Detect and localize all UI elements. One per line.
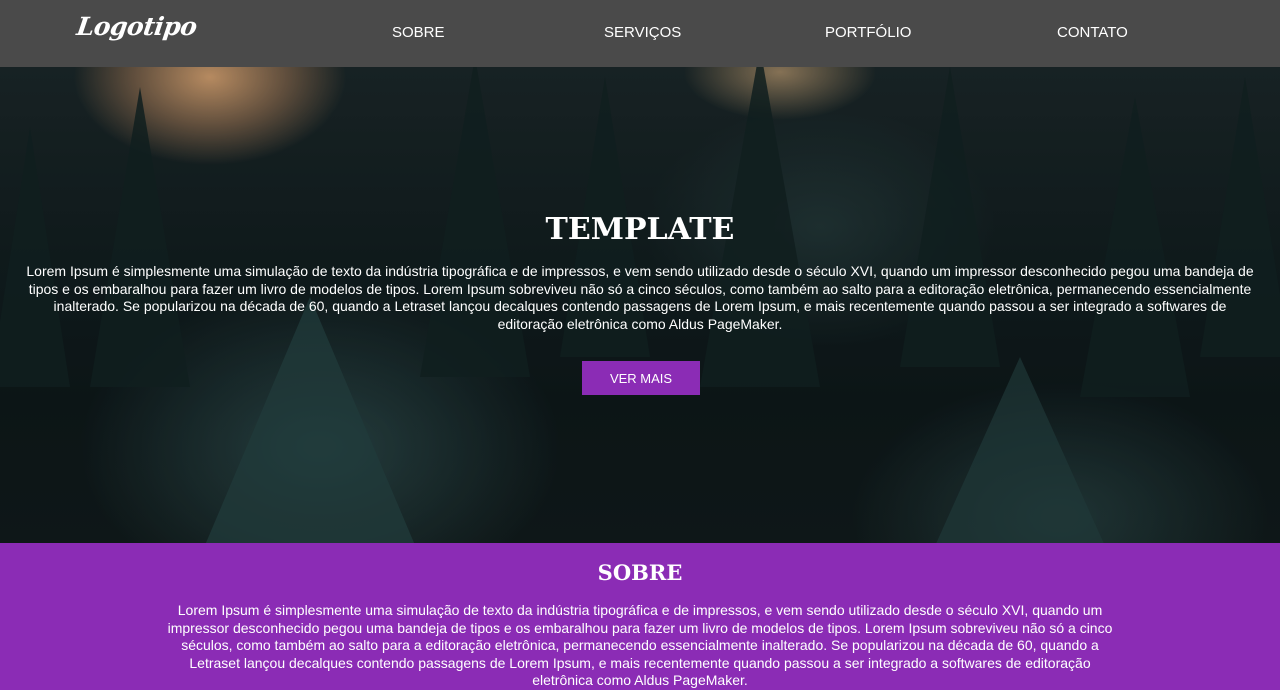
nav-link-servicos[interactable]: SERVIÇOS [604, 24, 681, 41]
nav-link-portfolio[interactable]: PORTFÓLIO [825, 24, 911, 41]
sobre-section: SOBRE Lorem Ipsum é simplesmente uma sim… [0, 543, 1280, 690]
sobre-description: Lorem Ipsum é simplesmente uma simulação… [167, 602, 1113, 688]
hero-section: TEMPLATE Lorem Ipsum é simplesmente uma … [0, 67, 1280, 543]
ver-mais-button[interactable]: VER MAIS [582, 361, 700, 395]
nav-link-sobre[interactable]: SOBRE [392, 24, 445, 41]
sobre-title: SOBRE [597, 560, 683, 585]
hero-description: Lorem Ipsum é simplesmente uma simulação… [26, 263, 1254, 332]
hero-title: TEMPLATE [545, 212, 735, 247]
nav-link-contato[interactable]: CONTATO [1057, 24, 1128, 41]
top-navbar: Logotipo SOBRE SERVIÇOS PORTFÓLIO CONTAT… [0, 0, 1280, 67]
site-logo[interactable]: Logotipo [75, 12, 199, 41]
